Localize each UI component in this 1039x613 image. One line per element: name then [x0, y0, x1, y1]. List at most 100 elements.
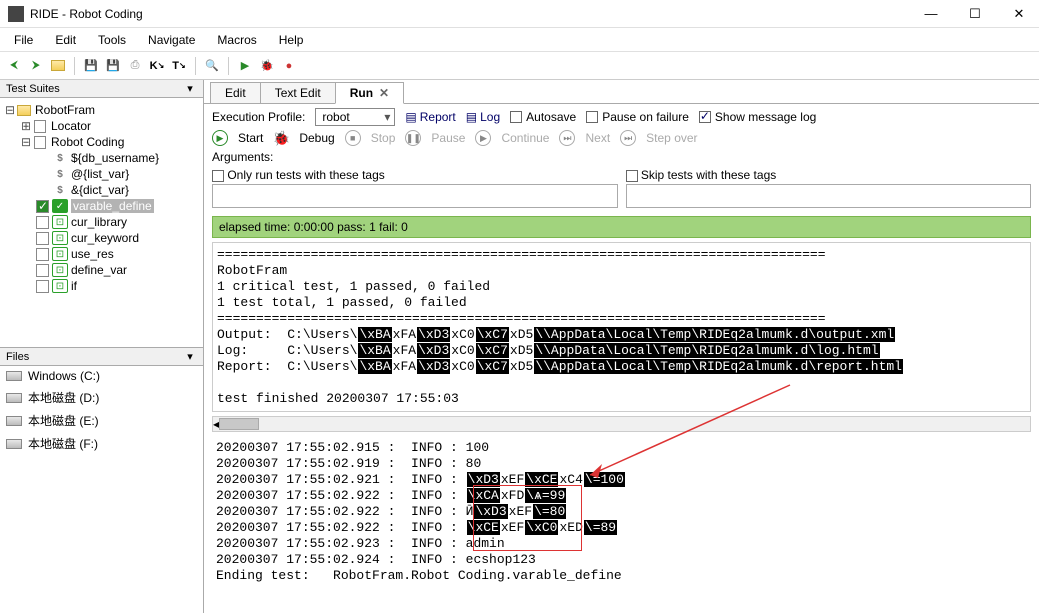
keyword-icon[interactable]: K↘ — [147, 56, 167, 76]
test-icon: ⊡ — [52, 247, 68, 261]
tree-root[interactable]: ⊟ RobotFram — [0, 102, 203, 118]
tree-item-robot-coding[interactable]: ⊟ Robot Coding — [0, 134, 203, 150]
start-icon[interactable]: ▶ — [212, 130, 228, 146]
save-all-icon[interactable]: 💾 — [103, 56, 123, 76]
output-console[interactable]: ========================================… — [212, 242, 1031, 412]
separator — [228, 57, 229, 75]
disk-item[interactable]: Windows (C:) — [0, 366, 203, 386]
menu-edit[interactable]: Edit — [45, 31, 86, 49]
menu-navigate[interactable]: Navigate — [138, 31, 205, 49]
tree-item-test[interactable]: ⊡ if — [0, 278, 203, 294]
close-button[interactable]: ✕ — [1007, 6, 1031, 22]
test-suites-tree[interactable]: ⊟ RobotFram ⊞ Locator ⊟ Robot Coding $ $… — [0, 98, 203, 348]
testcase-icon[interactable]: T↘ — [169, 56, 189, 76]
debug-run-icon[interactable]: 🐞 — [257, 56, 277, 76]
disk-item[interactable]: 本地磁盘 (D:) — [0, 386, 203, 409]
exec-profile-select[interactable]: robot — [315, 108, 395, 126]
test-checkbox[interactable] — [36, 264, 49, 277]
collapse-icon[interactable]: ⊟ — [4, 103, 16, 117]
stop-icon[interactable]: ● — [279, 56, 299, 76]
tree-item-test[interactable]: ✓ ✓ varable_define — [0, 198, 203, 214]
chk-label: Only run tests with these tags — [227, 168, 384, 182]
debug-icon[interactable]: 🐞 — [273, 130, 289, 146]
tree-item-test[interactable]: ⊡ define_var — [0, 262, 203, 278]
panel-menu-icon[interactable]: ▾ — [183, 82, 197, 95]
tree-item-test[interactable]: ⊡ cur_keyword — [0, 230, 203, 246]
tree-label: varable_define — [71, 199, 154, 213]
tree-item-test[interactable]: ⊡ use_res — [0, 246, 203, 262]
pause-icon[interactable]: ❚❚ — [405, 130, 421, 146]
only-tags-input[interactable] — [212, 184, 618, 208]
exec-profile-label: Execution Profile: — [212, 110, 305, 124]
files-tree[interactable]: Windows (C:) 本地磁盘 (D:) 本地磁盘 (E:) 本地磁盘 (F… — [0, 366, 203, 613]
tree-label: use_res — [71, 247, 114, 261]
message-log[interactable]: 20200307 17:55:02.915 : INFO : 100 20200… — [212, 436, 1031, 588]
back-icon[interactable]: ⮜ — [4, 56, 24, 76]
close-tab-icon[interactable]: ✕ — [379, 86, 389, 100]
expand-icon[interactable]: ⊞ — [20, 119, 32, 133]
tree-item-var[interactable]: $ @{list_var} — [0, 166, 203, 182]
run-icon[interactable]: ▶ — [235, 56, 255, 76]
test-icon: ⊡ — [52, 231, 68, 245]
report-button[interactable]: ▤ Report — [405, 110, 455, 124]
menu-tools[interactable]: Tools — [88, 31, 136, 49]
tree-item-locator[interactable]: ⊞ Locator — [0, 118, 203, 134]
menu-macros[interactable]: Macros — [207, 31, 266, 49]
debug-button[interactable]: Debug — [299, 131, 334, 145]
show-message-log-checkbox[interactable]: Show message log — [699, 110, 816, 124]
disk-label: Windows (C:) — [28, 369, 100, 383]
log-button[interactable]: ▤Log — [466, 110, 500, 124]
tree-label: cur_keyword — [71, 231, 139, 245]
pause-on-failure-checkbox[interactable]: Pause on failure — [586, 110, 689, 124]
save-icon[interactable]: 💾 — [81, 56, 101, 76]
tab-label: Run — [350, 86, 373, 100]
tab-edit[interactable]: Edit — [210, 82, 261, 103]
report-icon: ▤ — [405, 110, 416, 124]
btn-label: Report — [420, 110, 456, 124]
autosave-checkbox[interactable]: Autosave — [510, 110, 576, 124]
forward-icon[interactable]: ⮞ — [26, 56, 46, 76]
tree-item-var[interactable]: $ ${db_username} — [0, 150, 203, 166]
test-checkbox[interactable] — [36, 248, 49, 261]
skip-tags-checkbox[interactable]: Skip tests with these tags — [626, 168, 1032, 182]
tab-text-edit[interactable]: Text Edit — [260, 82, 336, 103]
chk-label: Pause on failure — [602, 110, 689, 124]
test-checkbox[interactable] — [36, 280, 49, 293]
menu-help[interactable]: Help — [269, 31, 314, 49]
status-bar: elapsed time: 0:00:00 pass: 1 fail: 0 — [212, 216, 1031, 238]
print-icon[interactable]: ⎙ — [125, 56, 145, 76]
start-button[interactable]: Start — [238, 131, 263, 145]
tree-label: if — [71, 279, 77, 293]
tree-item-test[interactable]: ⊡ cur_library — [0, 214, 203, 230]
menu-file[interactable]: File — [4, 31, 43, 49]
tab-run[interactable]: Run ✕ — [335, 82, 404, 104]
panel-menu-icon[interactable]: ▾ — [183, 350, 197, 363]
next-icon[interactable]: ⏭ — [559, 130, 575, 146]
disk-item[interactable]: 本地磁盘 (F:) — [0, 432, 203, 455]
test-checkbox[interactable]: ✓ — [36, 200, 49, 213]
stop-icon[interactable]: ■ — [345, 130, 361, 146]
only-tags-checkbox[interactable]: Only run tests with these tags — [212, 168, 618, 182]
collapse-icon[interactable]: ⊟ — [20, 135, 32, 149]
step-over-icon[interactable]: ⏭ — [620, 130, 636, 146]
test-icon: ⊡ — [52, 215, 68, 229]
tab-label: Edit — [225, 86, 246, 100]
minimize-button[interactable]: — — [919, 6, 943, 22]
chk-label: Show message log — [715, 110, 816, 124]
continue-icon[interactable]: ▶ — [475, 130, 491, 146]
chk-label: Autosave — [526, 110, 576, 124]
skip-tags-input[interactable] — [626, 184, 1032, 208]
tree-label: define_var — [71, 263, 127, 277]
tree-label: cur_library — [71, 215, 127, 229]
pause-button: Pause — [431, 131, 465, 145]
disk-item[interactable]: 本地磁盘 (E:) — [0, 409, 203, 432]
disk-label: 本地磁盘 (F:) — [28, 435, 98, 452]
test-checkbox[interactable] — [36, 216, 49, 229]
horizontal-scrollbar[interactable]: ◂ — [212, 416, 1031, 432]
maximize-button[interactable]: ☐ — [963, 6, 987, 22]
test-checkbox[interactable] — [36, 232, 49, 245]
tree-item-var[interactable]: $ &{dict_var} — [0, 182, 203, 198]
search-icon[interactable]: 🔍 — [202, 56, 222, 76]
open-icon[interactable] — [48, 56, 68, 76]
combo-value: robot — [322, 110, 349, 124]
